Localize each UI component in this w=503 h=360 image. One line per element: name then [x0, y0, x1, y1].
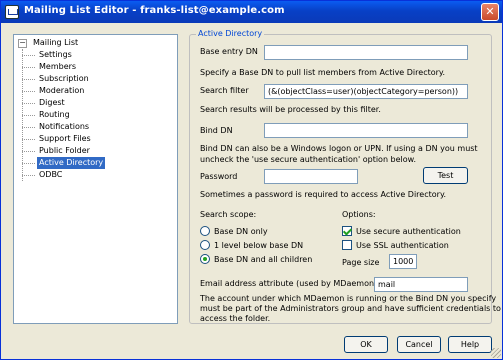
- tree-branch-line: [22, 91, 35, 92]
- base-dn-help: Specify a Base DN to pull list members f…: [200, 68, 446, 77]
- collapse-icon[interactable]: −: [18, 39, 27, 48]
- tree-item-label: Notifications: [39, 122, 90, 131]
- search-scope-label: Search scope:: [200, 210, 257, 219]
- app-icon: [5, 5, 19, 19]
- tree-branch-line: [22, 175, 35, 176]
- tree-branch-line: [22, 55, 35, 56]
- bind-dn-input[interactable]: [264, 123, 468, 138]
- scope-one-level-radio[interactable]: [200, 240, 210, 250]
- cancel-button[interactable]: Cancel: [397, 336, 441, 353]
- secure-auth-label[interactable]: Use secure authentication: [356, 227, 461, 236]
- tree-item-label: Settings: [39, 50, 72, 59]
- scope-base-only-radio[interactable]: [200, 226, 210, 236]
- secure-auth-checkbox[interactable]: [342, 226, 352, 236]
- tree-item-label: Active Directory: [37, 157, 106, 169]
- active-directory-group: Active Directory Base entry DN Specify a…: [189, 29, 501, 324]
- tree-branch-line: [22, 103, 35, 104]
- scope-all-children-label[interactable]: Base DN and all children: [214, 255, 312, 264]
- close-icon[interactable]: ✕: [481, 3, 499, 21]
- password-input[interactable]: [264, 169, 358, 184]
- email-attr-label: Email address attribute (used by MDaemon…: [200, 279, 396, 288]
- tree-item-label: Support Files: [39, 134, 91, 143]
- options-label: Options:: [342, 210, 376, 219]
- account-note-2: must be part of the Administrators group…: [200, 304, 501, 313]
- scope-all-children-radio[interactable]: [200, 254, 210, 264]
- password-help: Sometimes a password is required to acce…: [200, 190, 447, 199]
- tree-branch-line: [22, 67, 35, 68]
- base-dn-input[interactable]: [264, 45, 468, 60]
- bind-dn-help-2: uncheck the 'use secure authentication' …: [200, 155, 417, 164]
- scope-one-level-label[interactable]: 1 level below base DN: [214, 241, 303, 250]
- resize-grip-icon[interactable]: [491, 348, 501, 358]
- account-note-1: The account under which MDaemon is runni…: [200, 294, 497, 303]
- tree-item-label: Public Folder: [39, 146, 90, 155]
- tree-branch-line: [22, 115, 35, 116]
- search-filter-label: Search filter: [200, 86, 249, 95]
- group-title: Active Directory: [196, 29, 265, 38]
- search-filter-help: Search results will be processed by this…: [200, 105, 381, 114]
- tree-item-label: Routing: [39, 110, 70, 119]
- account-note-3: access the folder.: [200, 314, 271, 323]
- tree-branch-line: [22, 163, 35, 164]
- test-button[interactable]: Test: [423, 167, 468, 184]
- email-attr-input[interactable]: mail: [374, 277, 468, 292]
- tree-item-label: Members: [39, 62, 77, 71]
- ssl-auth-checkbox[interactable]: [342, 240, 352, 250]
- bind-dn-label: Bind DN: [200, 126, 233, 135]
- tree-root-label: Mailing List: [33, 38, 79, 47]
- mailing-list-editor-window: Mailing List Editor - franks-list@exampl…: [0, 0, 503, 360]
- tree-item-label: Digest: [39, 98, 65, 107]
- dialog-client: − Mailing List Settings Members Subscrip…: [1, 23, 502, 359]
- tree-branch-line: [22, 151, 35, 152]
- page-size-label: Page size: [342, 258, 380, 267]
- search-filter-input[interactable]: (&(objectClass=user)(objectCategory=pers…: [264, 84, 468, 99]
- window-title: Mailing List Editor - franks-list@exampl…: [24, 5, 285, 16]
- tree-item-label: Subscription: [39, 74, 89, 83]
- page-size-input[interactable]: 1000: [389, 254, 417, 269]
- help-button[interactable]: Help: [448, 336, 492, 353]
- ssl-auth-label[interactable]: Use SSL authentication: [356, 241, 449, 250]
- scope-base-only-label[interactable]: Base DN only: [214, 227, 268, 236]
- base-dn-label: Base entry DN: [200, 47, 258, 56]
- navigation-tree[interactable]: − Mailing List Settings Members Subscrip…: [13, 34, 178, 324]
- tree-branch-line: [22, 127, 35, 128]
- tree-branch-line: [22, 139, 35, 140]
- bind-dn-help-1: Bind DN can also be a Windows logon or U…: [200, 144, 478, 153]
- tree-item-label: Moderation: [39, 86, 85, 95]
- ok-button[interactable]: OK: [344, 336, 388, 353]
- tree-item-label: ODBC: [39, 170, 63, 179]
- tree-branch-line: [22, 79, 35, 80]
- title-bar[interactable]: Mailing List Editor - franks-list@exampl…: [1, 1, 502, 23]
- password-label: Password: [200, 172, 238, 181]
